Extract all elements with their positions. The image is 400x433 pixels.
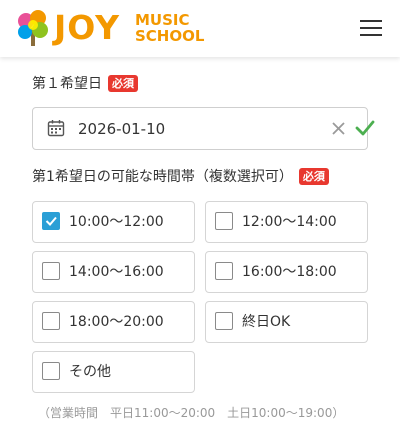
time-option-16-18[interactable]: 16:00〜18:00: [205, 251, 368, 293]
checkbox[interactable]: [215, 212, 233, 230]
date-field-label: 第１希望日 必須: [32, 74, 138, 94]
logo-text[interactable]: JOY: [54, 9, 120, 47]
time-option-other[interactable]: その他: [32, 351, 195, 393]
date-value[interactable]: 2026-01-10: [78, 119, 165, 139]
time-label-text: 第1希望日の可能な時間帯（複数選択可）: [32, 169, 293, 185]
hamburger-menu-icon[interactable]: [358, 18, 384, 38]
option-label: 10:00〜12:00: [69, 214, 164, 230]
checkbox[interactable]: [215, 262, 233, 280]
checkbox[interactable]: [42, 362, 60, 380]
logo-subtitle: MUSIC SCHOOL: [135, 12, 204, 44]
required-badge: 必須: [298, 168, 329, 185]
time-option-10-12[interactable]: 10:00〜12:00: [32, 201, 195, 243]
calendar-icon[interactable]: [47, 119, 65, 137]
date-input[interactable]: 2026-01-10: [32, 107, 375, 150]
check-icon: [355, 120, 375, 136]
checkbox[interactable]: [42, 262, 60, 280]
logo-sub-school: SCHOOL: [135, 27, 205, 45]
logo-sub-music: MUSIC: [135, 11, 190, 29]
checkbox[interactable]: [215, 312, 233, 330]
checkmark-icon: [45, 216, 57, 226]
checkbox[interactable]: [42, 312, 60, 330]
required-badge: 必須: [108, 75, 138, 92]
tree-logo-icon: [18, 10, 48, 46]
option-label: 14:00〜16:00: [69, 264, 164, 280]
date-label-text: 第１希望日: [32, 76, 102, 92]
site-header: JOY MUSIC SCHOOL: [0, 0, 400, 57]
time-field-label: 第1希望日の可能な時間帯（複数選択可） 必須: [32, 167, 329, 187]
option-label: 終日OK: [242, 314, 291, 330]
checkbox[interactable]: [42, 212, 60, 230]
time-option-all-day[interactable]: 終日OK: [205, 301, 368, 343]
option-label: 18:00〜20:00: [69, 314, 164, 330]
business-hours-note: （営業時間 平日11:00〜20:00 土日10:00〜19:00）: [38, 406, 345, 420]
time-option-18-20[interactable]: 18:00〜20:00: [32, 301, 195, 343]
close-icon[interactable]: [331, 121, 346, 136]
option-label: 16:00〜18:00: [242, 264, 337, 280]
time-option-12-14[interactable]: 12:00〜14:00: [205, 201, 368, 243]
option-label: その他: [69, 364, 111, 380]
option-label: 12:00〜14:00: [242, 214, 337, 230]
time-option-14-16[interactable]: 14:00〜16:00: [32, 251, 195, 293]
